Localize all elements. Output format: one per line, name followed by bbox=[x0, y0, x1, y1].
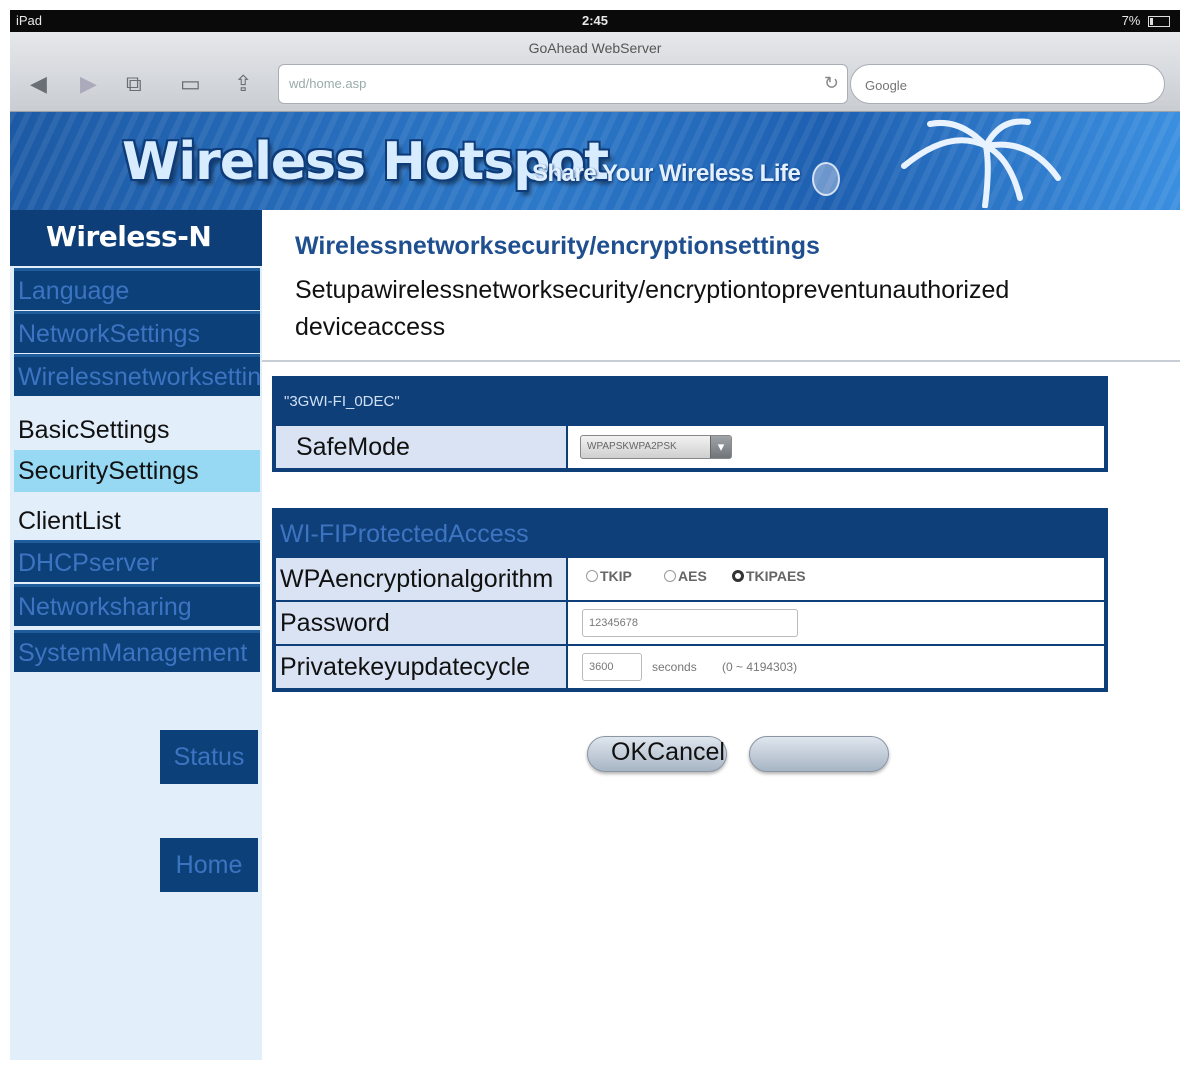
radio-tkip-label: TKIP bbox=[600, 568, 632, 584]
clock: 2:45 bbox=[581, 13, 609, 28]
battery-percent: 7% bbox=[1121, 13, 1141, 28]
sidebar-item-basic-settings[interactable]: BasicSettings bbox=[14, 409, 260, 451]
sidebar-item-security-settings[interactable]: SecuritySettings bbox=[14, 450, 260, 492]
sidebar-item-client-list[interactable]: ClientList bbox=[14, 500, 260, 542]
radio-circle-icon bbox=[586, 570, 598, 582]
sidebar-item-language[interactable]: Language bbox=[14, 268, 260, 310]
radio-selected-icon bbox=[732, 570, 744, 582]
home-button[interactable]: Home bbox=[160, 838, 258, 892]
algorithm-label: WPAencryptionalgorithm bbox=[276, 558, 568, 600]
safe-mode-row: SafeMode WPAPSKWPA2PSK bbox=[276, 424, 1104, 468]
algorithm-row: WPAencryptionalgorithm TKIP AES TKIPAES bbox=[276, 556, 1104, 600]
wpa-panel: WI-FIProtectedAccess WPAencryptionalgori… bbox=[272, 508, 1108, 692]
browser-toolbar: GoAhead WebServer ◀ ▶ ⧉ ▭ ⇪ wd/home.asp … bbox=[10, 32, 1180, 112]
search-input[interactable] bbox=[863, 74, 1143, 96]
sidebar-item-wireless-network-settings[interactable]: Wirelessnetworksettings bbox=[14, 354, 288, 396]
divider bbox=[262, 360, 1180, 362]
radio-tkip[interactable]: TKIP bbox=[586, 568, 632, 584]
status-button[interactable]: Status bbox=[160, 730, 258, 784]
url-text: wd/home.asp bbox=[289, 76, 367, 91]
radio-aes-label: AES bbox=[678, 568, 707, 584]
banner-slogan: Share Your Wireless Life bbox=[532, 160, 801, 187]
radio-tkipaes[interactable]: TKIPAES bbox=[732, 568, 806, 584]
password-row: Password bbox=[276, 600, 1104, 644]
search-bar[interactable] bbox=[850, 64, 1165, 104]
cancel-button[interactable] bbox=[749, 736, 889, 772]
wifi-logo-icon bbox=[812, 162, 840, 196]
ssid-panel: "3GWI-FI_0DEC" SafeMode WPAPSKWPA2PSK bbox=[272, 376, 1108, 472]
password-field[interactable] bbox=[582, 609, 798, 637]
bookmarks-icon[interactable]: ▭ bbox=[180, 72, 201, 96]
battery-indicator: 7% bbox=[1122, 13, 1170, 28]
forward-arrow-icon[interactable]: ▶ bbox=[80, 72, 97, 96]
wpa-panel-heading: WI-FIProtectedAccess bbox=[280, 520, 529, 548]
device-status-bar: iPad 2:45 7% bbox=[10, 10, 1180, 32]
sidebar-item-system-management[interactable]: SystemManagement bbox=[14, 630, 260, 672]
radio-circle-icon bbox=[664, 570, 676, 582]
safe-mode-label: SafeMode bbox=[276, 426, 568, 468]
page-title: Wirelessnetworksecurity/encryptionsettin… bbox=[295, 232, 820, 260]
sidebar-brand: Wireless-N bbox=[10, 210, 262, 266]
sidebar-item-network-settings[interactable]: NetworkSettings bbox=[14, 311, 260, 353]
page-description: Setupawirelessnetworksecurity/encryption… bbox=[295, 276, 1010, 341]
tabs-icon[interactable]: ⧉ bbox=[126, 72, 142, 96]
address-bar[interactable]: wd/home.asp ↻ bbox=[278, 64, 848, 104]
reload-icon[interactable]: ↻ bbox=[824, 73, 839, 94]
ssid-name: "3GWI-FI_0DEC" bbox=[284, 393, 400, 410]
header-banner: Wireless Hotspot Share Your Wireless Lif… bbox=[10, 112, 1180, 210]
sidebar-item-network-sharing[interactable]: Networksharing bbox=[14, 584, 260, 626]
key-cycle-field[interactable] bbox=[582, 653, 642, 681]
back-arrow-icon[interactable]: ◀ bbox=[30, 72, 47, 96]
share-icon[interactable]: ⇪ bbox=[234, 72, 252, 96]
radio-aes[interactable]: AES bbox=[664, 568, 707, 584]
key-cycle-label: Privatekeyupdatecycle bbox=[276, 646, 568, 688]
ok-cancel-label: OKCancel bbox=[611, 738, 725, 766]
main-content: Wirelessnetworksecurity/encryptionsettin… bbox=[262, 210, 1180, 1060]
key-cycle-unit: seconds bbox=[652, 660, 697, 674]
palm-tree-icon bbox=[901, 118, 1061, 208]
sidebar: Wireless-N Language NetworkSettings Wire… bbox=[10, 210, 288, 1060]
battery-icon bbox=[1148, 16, 1170, 28]
key-cycle-range: (0 ~ 4194303) bbox=[722, 660, 798, 674]
sidebar-item-dhcp-server[interactable]: DHCPserver bbox=[14, 540, 260, 582]
safe-mode-select[interactable]: WPAPSKWPA2PSK bbox=[580, 435, 732, 459]
password-label: Password bbox=[276, 602, 568, 644]
browser-page-title: GoAhead WebServer bbox=[528, 40, 662, 56]
radio-tkipaes-label: TKIPAES bbox=[746, 568, 806, 584]
key-cycle-row: Privatekeyupdatecycle seconds (0 ~ 41943… bbox=[276, 644, 1104, 688]
